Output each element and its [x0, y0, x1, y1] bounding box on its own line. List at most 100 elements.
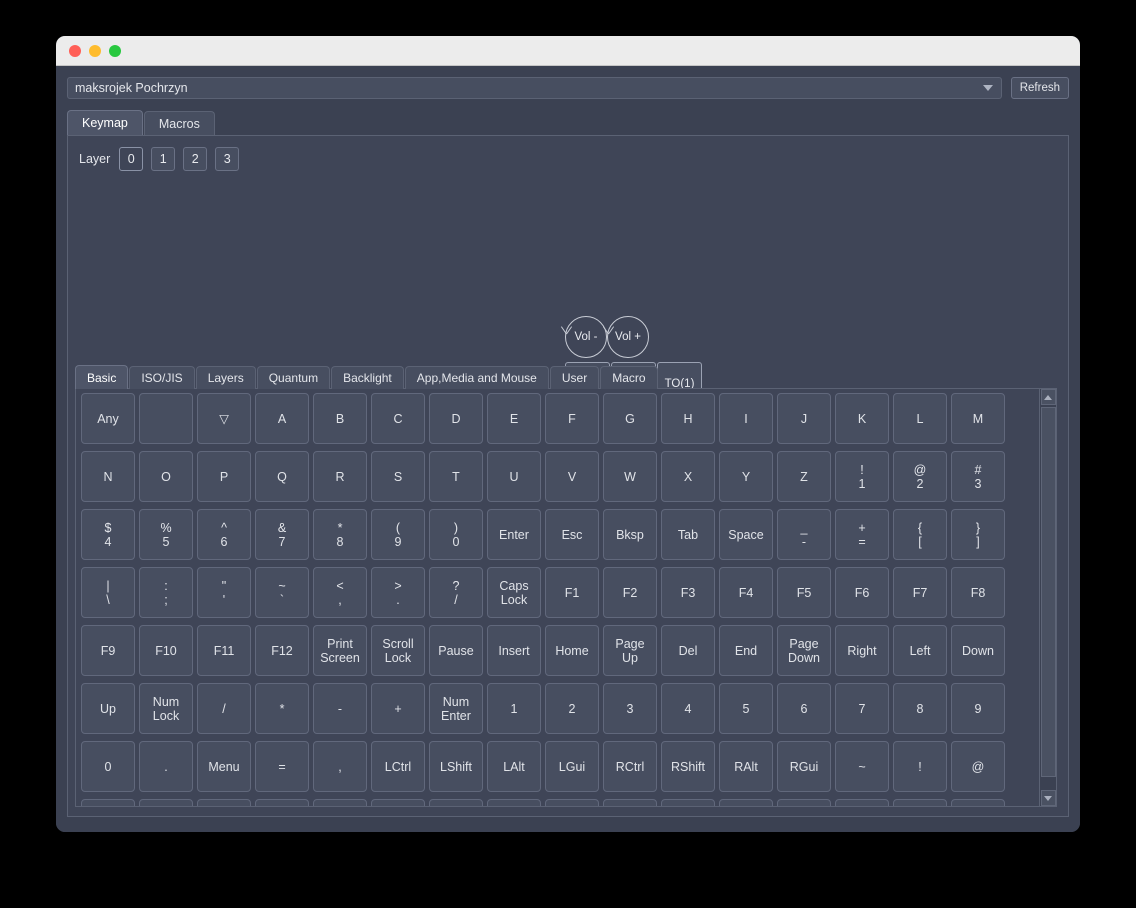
keycode-key[interactable]: F11: [197, 625, 251, 676]
keycode-key[interactable]: F1: [545, 567, 599, 618]
keycode-key[interactable]: LGui: [545, 741, 599, 792]
keycode-key[interactable]: <: [777, 799, 831, 806]
keycode-key[interactable]: 8: [893, 683, 947, 734]
keycode-key[interactable]: @2: [893, 451, 947, 502]
keycode-key[interactable]: .: [139, 741, 193, 792]
keycode-key[interactable]: Pause: [429, 625, 483, 676]
keycode-key[interactable]: Left: [893, 625, 947, 676]
keycode-key[interactable]: (9: [371, 509, 425, 560]
keycode-key[interactable]: Page Down: [777, 625, 831, 676]
keycode-scrollbar[interactable]: [1039, 389, 1056, 806]
keycode-key[interactable]: End: [719, 625, 773, 676]
keycode-key[interactable]: ~ `: [255, 567, 309, 618]
keycode-key[interactable]: O: [139, 451, 193, 502]
keycode-key[interactable]: LAlt: [487, 741, 541, 792]
keycode-key[interactable]: [139, 393, 193, 444]
keycode-key[interactable]: C: [371, 393, 425, 444]
keycode-tab-quantum[interactable]: Quantum: [256, 366, 331, 389]
keycode-key[interactable]: 7: [835, 683, 889, 734]
keycode-key[interactable]: <,: [313, 567, 367, 618]
keycode-key[interactable]: !: [893, 741, 947, 792]
keycode-key[interactable]: M: [951, 393, 1005, 444]
keycode-key[interactable]: E: [487, 393, 541, 444]
keycode-key[interactable]: * 8: [313, 509, 367, 560]
keycode-key[interactable]: $: [139, 799, 193, 806]
device-selector-combobox[interactable]: maksrojek Pochrzyn: [67, 77, 1002, 99]
keycode-key[interactable]: >: [835, 799, 889, 806]
scroll-down-button[interactable]: [1040, 790, 1056, 806]
keycode-key[interactable]: N: [81, 451, 135, 502]
keycode-key[interactable]: V: [545, 451, 599, 502]
keycode-tab-backlight[interactable]: Backlight: [331, 366, 404, 389]
keycode-key[interactable]: Down: [951, 625, 1005, 676]
keycode-tab-iso-jis[interactable]: ISO/JIS: [129, 366, 195, 389]
keycode-key[interactable]: Home: [545, 625, 599, 676]
keycode-key[interactable]: Caps Lock: [487, 567, 541, 618]
keycode-tab-macro[interactable]: Macro: [600, 366, 658, 389]
keycode-key[interactable]: R: [313, 451, 367, 502]
keycode-tab-basic[interactable]: Basic: [75, 365, 129, 389]
keycode-key[interactable]: F4: [719, 567, 773, 618]
keycode-key[interactable]: ,: [313, 741, 367, 792]
keycode-key[interactable]: =: [255, 741, 309, 792]
keycode-key[interactable]: @: [951, 741, 1005, 792]
keycode-key[interactable]: F12: [255, 625, 309, 676]
keycode-key[interactable]: Right: [835, 625, 889, 676]
keycode-key[interactable]: A: [255, 393, 309, 444]
tab-macros[interactable]: Macros: [143, 111, 215, 135]
keycode-key[interactable]: _ -: [777, 509, 831, 560]
keycode-key[interactable]: + =: [835, 509, 889, 560]
keycode-key[interactable]: RShift: [661, 741, 715, 792]
keycode-key[interactable]: &: [313, 799, 367, 806]
keycode-key[interactable]: %: [197, 799, 251, 806]
keycode-key[interactable]: Q: [255, 451, 309, 502]
tab-keymap[interactable]: Keymap: [67, 110, 143, 135]
keycode-key[interactable]: -: [313, 683, 367, 734]
keycode-tab-layers[interactable]: Layers: [195, 366, 256, 389]
keycode-key[interactable]: F6: [835, 567, 889, 618]
keycode-key[interactable]: " ': [197, 567, 251, 618]
keycode-key[interactable]: *: [255, 683, 309, 734]
keycode-key[interactable]: ? /: [429, 567, 483, 618]
keycode-key[interactable]: Any: [81, 393, 135, 444]
keycode-key[interactable]: ▽: [197, 393, 251, 444]
keycode-key[interactable]: Space: [719, 509, 773, 560]
keycode-key[interactable]: U: [487, 451, 541, 502]
keycode-key[interactable]: Page Up: [603, 625, 657, 676]
keycode-key[interactable]: Menu: [197, 741, 251, 792]
keycode-key[interactable]: ^: [255, 799, 309, 806]
layer-button-1[interactable]: 1: [151, 147, 176, 171]
keycode-key[interactable]: Insert: [487, 625, 541, 676]
keycode-key[interactable]: *: [371, 799, 425, 806]
keycode-key[interactable]: H: [661, 393, 715, 444]
keycode-key[interactable]: Up: [81, 683, 135, 734]
keycode-key[interactable]: Print Screen: [313, 625, 367, 676]
keycode-key[interactable]: +: [371, 683, 425, 734]
keycode-key[interactable]: (: [429, 799, 483, 806]
keycode-key[interactable]: ): [487, 799, 541, 806]
keycode-key[interactable]: I: [719, 393, 773, 444]
keycode-key[interactable]: F7: [893, 567, 947, 618]
scrollbar-track[interactable]: [1040, 405, 1056, 790]
keycode-key[interactable]: J: [777, 393, 831, 444]
keycode-key[interactable]: RCtrl: [603, 741, 657, 792]
keycode-key[interactable]: ~: [835, 741, 889, 792]
keycode-key[interactable]: +: [603, 799, 657, 806]
keycode-key[interactable]: G: [603, 393, 657, 444]
keycode-key[interactable]: >.: [371, 567, 425, 618]
keycode-key[interactable]: 6: [777, 683, 831, 734]
keycode-key[interactable]: #3: [951, 451, 1005, 502]
keycode-key[interactable]: F10: [139, 625, 193, 676]
keycode-key[interactable]: K: [835, 393, 889, 444]
keycode-key[interactable]: RAlt: [719, 741, 773, 792]
keycode-key[interactable]: Scroll Lock: [371, 625, 425, 676]
keycode-key[interactable]: F8: [951, 567, 1005, 618]
keycode-key[interactable]: W: [603, 451, 657, 502]
keycode-key[interactable]: #: [81, 799, 135, 806]
keycode-key[interactable]: 2: [545, 683, 599, 734]
keycode-key[interactable]: 5: [719, 683, 773, 734]
encoder-vol-up[interactable]: Vol +: [607, 316, 649, 358]
window-maximize-icon[interactable]: [109, 44, 121, 57]
keycode-key[interactable]: LCtrl: [371, 741, 425, 792]
keycode-key[interactable]: /: [197, 683, 251, 734]
